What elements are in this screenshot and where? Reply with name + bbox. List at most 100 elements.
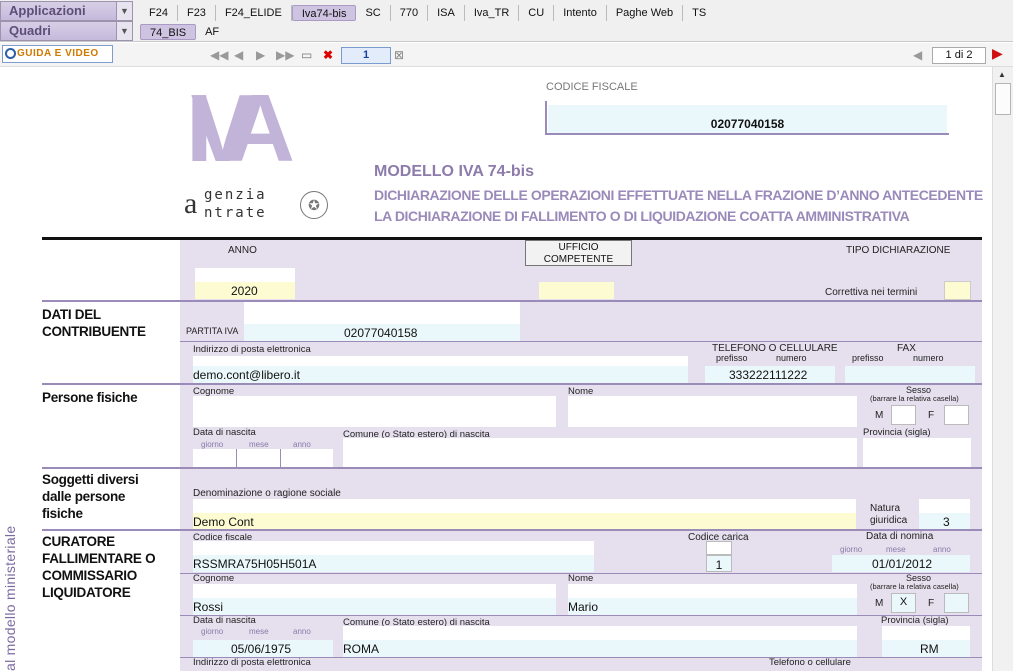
natura-giuridica-field[interactable]: 3 bbox=[919, 513, 970, 530]
correttiva-checkbox[interactable] bbox=[944, 281, 971, 300]
pf-sesso-f-label: F bbox=[928, 410, 935, 421]
guide-label: GUIDA E VIDEO bbox=[17, 48, 99, 59]
cur-provincia-field[interactable]: RM bbox=[882, 640, 970, 657]
pf-sesso-f-checkbox[interactable] bbox=[944, 405, 969, 425]
agenzia-entrate-logo: a genzia ntrate bbox=[184, 179, 298, 229]
prev-sheet-icon[interactable]: ◀ bbox=[913, 48, 922, 62]
piva-field[interactable]: 02077040158 bbox=[244, 324, 520, 341]
email-bg bbox=[193, 356, 688, 366]
last-page-icon[interactable]: ▶▶ bbox=[276, 48, 294, 62]
cur-nascita-field[interactable]: 05/06/1975 bbox=[193, 640, 333, 657]
cur-nascita-mese-label: mese bbox=[249, 627, 269, 636]
cur-sesso-f-checkbox[interactable] bbox=[944, 593, 969, 613]
tab-74-bis[interactable]: 74_BIS bbox=[140, 24, 197, 40]
cur-giorno-label: giorno bbox=[840, 545, 863, 554]
section-persone-fisiche: Persone fisiche bbox=[42, 390, 138, 405]
telefono-field[interactable]: 333222111222 bbox=[705, 366, 835, 383]
anno-label: ANNO bbox=[228, 245, 257, 256]
fax-field[interactable] bbox=[845, 366, 975, 383]
codice-fiscale-field[interactable]: 02077040158 bbox=[548, 105, 947, 133]
guide-video-button[interactable]: GUIDA E VIDEO bbox=[2, 45, 113, 63]
cur-nome-bg bbox=[568, 584, 857, 598]
quadri-dropdown[interactable]: Quadri ▼ bbox=[0, 21, 133, 41]
next-page-icon[interactable]: ▶ bbox=[256, 48, 265, 62]
pf-sesso-m-checkbox[interactable] bbox=[891, 405, 916, 425]
app-navigation-bar: Applicazioni ▼ Quadri ▼ F24 F23 F24_ELID… bbox=[0, 0, 1013, 42]
side-text: al modello ministeriale bbox=[2, 525, 18, 671]
tab-intento[interactable]: Intento bbox=[554, 5, 607, 21]
cur-anno-label: anno bbox=[933, 545, 951, 554]
prev-page-icon[interactable]: ◀ bbox=[234, 48, 243, 62]
tab-770[interactable]: 770 bbox=[391, 5, 429, 21]
ufficio-competente-button[interactable]: UFFICIO COMPETENTE bbox=[525, 240, 632, 266]
cur-sesso-f-label: F bbox=[928, 598, 935, 609]
cur-nascita-giorno-label: giorno bbox=[201, 627, 224, 636]
chevron-down-icon[interactable]: ▼ bbox=[116, 22, 132, 40]
logo-letters: IVA bbox=[186, 75, 295, 182]
chevron-down-icon[interactable]: ▼ bbox=[116, 2, 132, 20]
cur-nome-label: Nome bbox=[568, 573, 594, 584]
divider bbox=[180, 615, 982, 616]
anno-field[interactable]: 2020 bbox=[195, 282, 295, 299]
tab-f23[interactable]: F23 bbox=[178, 5, 216, 21]
denominazione-bg bbox=[193, 499, 856, 513]
cur-email-label: Indirizzo di posta elettronica bbox=[193, 657, 311, 668]
pf-anno-label: anno bbox=[293, 440, 311, 449]
cur-cognome-field[interactable]: Rossi bbox=[193, 598, 556, 615]
pf-giorno-label: giorno bbox=[201, 440, 224, 449]
ufficio-field[interactable] bbox=[539, 282, 614, 299]
date-separator bbox=[280, 449, 281, 467]
tab-f24[interactable]: F24 bbox=[140, 5, 178, 21]
piva-bg bbox=[244, 302, 520, 324]
tab-cu[interactable]: CU bbox=[519, 5, 555, 21]
cur-telefono-label: Telefono o cellulare bbox=[769, 657, 851, 668]
pf-sesso-m-label: M bbox=[875, 410, 884, 421]
cur-nome-field[interactable]: Mario bbox=[568, 598, 857, 615]
pf-provincia-label: Provincia (sigla) bbox=[863, 427, 931, 438]
tab-paghe-web[interactable]: Paghe Web bbox=[607, 5, 684, 21]
pf-provincia-field[interactable] bbox=[863, 438, 971, 467]
vertical-scrollbar[interactable]: ▲ bbox=[992, 67, 1013, 671]
correttiva-label: Correttiva nei termini bbox=[825, 287, 918, 298]
cur-carica-field[interactable]: 1 bbox=[706, 555, 732, 572]
next-sheet-icon[interactable]: ▶ bbox=[992, 46, 1003, 60]
natura-giuridica-label: Natura giuridica bbox=[870, 503, 908, 526]
divider bbox=[180, 341, 982, 342]
denominazione-field[interactable]: Demo Cont bbox=[193, 513, 856, 530]
scroll-up-icon[interactable]: ▲ bbox=[998, 70, 1006, 79]
tab-f24-elide[interactable]: F24_ELIDE bbox=[216, 5, 292, 21]
cur-nomina-field[interactable]: 01/01/2012 bbox=[832, 555, 970, 572]
first-page-icon[interactable]: ◀◀ bbox=[210, 48, 228, 62]
cur-nascita-anno-label: anno bbox=[293, 627, 311, 636]
tel-numero-label: numero bbox=[776, 353, 807, 363]
cur-cf-bg bbox=[193, 541, 594, 555]
tab-isa[interactable]: ISA bbox=[428, 5, 465, 21]
pf-cognome-field[interactable] bbox=[193, 396, 556, 427]
pf-nascita-label: Data di nascita bbox=[193, 427, 256, 438]
tab-af[interactable]: AF bbox=[196, 24, 228, 40]
cur-mese-label: mese bbox=[886, 545, 906, 554]
tab-ts[interactable]: TS bbox=[683, 5, 715, 21]
tab-iva-tr[interactable]: Iva_TR bbox=[465, 5, 520, 21]
cur-sesso-sub: (barrare la relativa casella) bbox=[870, 582, 959, 591]
help-icon bbox=[5, 48, 16, 59]
pf-nome-field[interactable] bbox=[568, 396, 857, 427]
pf-nascita-field[interactable] bbox=[193, 449, 333, 467]
cur-cf-field[interactable]: RSSMRA75H05H501A bbox=[193, 555, 594, 572]
tab-sc[interactable]: SC bbox=[356, 5, 391, 21]
cur-comune-field[interactable]: ROMA bbox=[343, 640, 857, 657]
goto-page-icon[interactable]: ⊠ bbox=[394, 48, 404, 62]
page-number-input[interactable]: 1 bbox=[341, 47, 391, 64]
scrollbar-thumb[interactable] bbox=[995, 83, 1011, 115]
iva-logo: IVA bbox=[186, 81, 326, 191]
section-soggetti-diversi: Soggetti diversi dalle persone fisiche bbox=[42, 472, 139, 521]
cur-sesso-m-checkbox[interactable]: X bbox=[891, 593, 916, 613]
new-page-icon[interactable]: ▭ bbox=[301, 48, 312, 62]
email-field[interactable]: demo.cont@libero.it bbox=[193, 366, 688, 383]
agency-line2: ntrate bbox=[204, 205, 267, 221]
applicazioni-dropdown[interactable]: Applicazioni ▼ bbox=[0, 1, 133, 21]
tab-iva74-bis[interactable]: Iva74-bis bbox=[291, 5, 357, 21]
pf-comune-field[interactable] bbox=[343, 438, 857, 467]
delete-page-icon[interactable]: ✖ bbox=[323, 48, 333, 62]
cur-nascita-label: Data di nascita bbox=[193, 615, 256, 626]
